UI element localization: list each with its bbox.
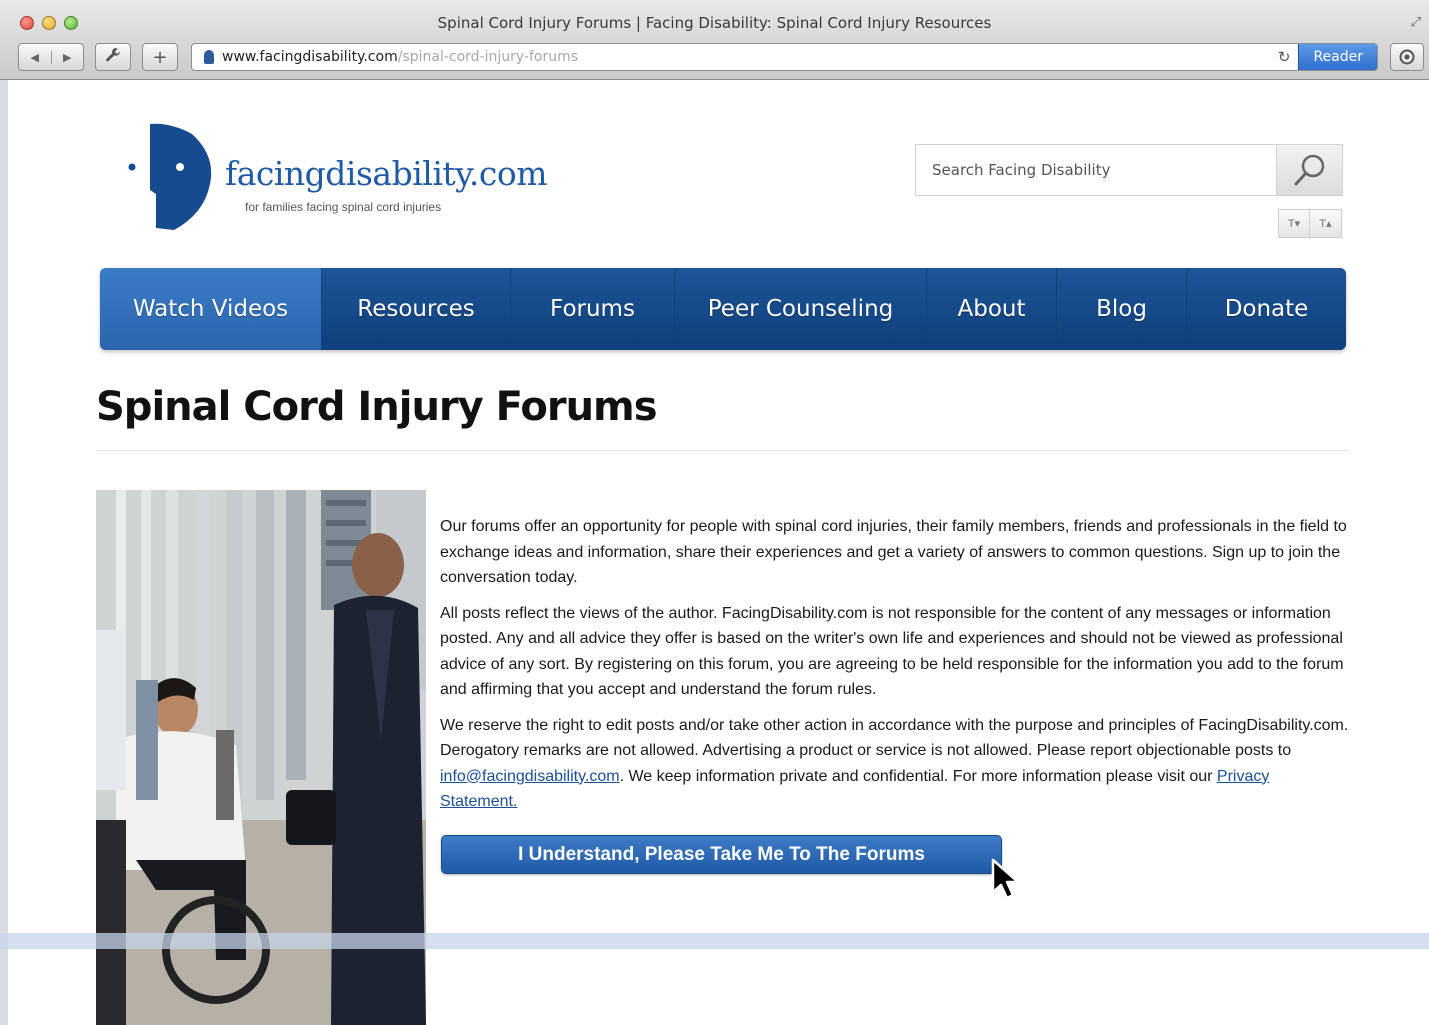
logo-wordmark: facingdisability.com	[225, 154, 548, 193]
title-divider	[96, 450, 1349, 451]
url-path: /spinal-cord-injury-forums	[397, 49, 579, 65]
text-size-increase-button[interactable]: T▴	[1310, 209, 1342, 238]
downloads-button[interactable]	[1390, 43, 1424, 71]
page-title: Spinal Cord Injury Forums	[96, 384, 658, 430]
nav-item-blog[interactable]: Blog	[1057, 268, 1187, 350]
nav-item-donate[interactable]: Donate	[1187, 268, 1346, 350]
nav-item-forums[interactable]: Forums	[511, 268, 675, 350]
intro-paragraph: Our forums offer an opportunity for peop…	[440, 518, 1347, 586]
forward-arrow-icon[interactable]: ▶	[50, 50, 84, 64]
search-input[interactable]	[916, 145, 1276, 195]
back-arrow-icon[interactable]: ◀	[19, 51, 51, 64]
disclaimer-paragraph: All posts reflect the views of the autho…	[440, 604, 1344, 699]
forum-intro-text: Our forums offer an opportunity for peop…	[440, 514, 1350, 825]
text-size-controls: T▾ T▴	[1278, 209, 1342, 238]
main-nav: Watch Videos Resources Forums Peer Couns…	[100, 268, 1346, 350]
text-size-decrease-button[interactable]: T▾	[1278, 209, 1310, 238]
new-tab-button[interactable]: +	[142, 43, 178, 71]
nav-item-peer-counseling[interactable]: Peer Counseling	[675, 268, 927, 350]
page-left-edge	[0, 80, 8, 1025]
tools-button[interactable]	[95, 43, 131, 71]
rules-text-middle: . We keep information private and confid…	[619, 767, 1217, 785]
search-button[interactable]	[1276, 145, 1342, 195]
nav-item-resources[interactable]: Resources	[322, 268, 511, 350]
email-link[interactable]: info@facingdisability.com	[440, 768, 620, 785]
reader-button[interactable]: Reader	[1298, 44, 1377, 70]
url-host: www.facingdisability.com	[222, 49, 398, 65]
fullscreen-icon[interactable]: ⤢	[1411, 14, 1421, 30]
mouse-pointer-icon	[991, 858, 1020, 900]
rules-paragraph: We reserve the right to edit posts and/o…	[440, 713, 1350, 815]
downloads-icon	[1399, 49, 1415, 65]
selection-overlay-band	[0, 933, 1429, 949]
back-forward-buttons: ◀ ▶	[18, 43, 84, 71]
nav-item-watch-videos[interactable]: Watch Videos	[100, 268, 322, 350]
rules-text-start: We reserve the right to edit posts and/o…	[440, 716, 1349, 760]
search-icon	[1294, 154, 1324, 186]
address-bar[interactable]: www.facingdisability.com /spinal-cord-in…	[191, 43, 1378, 71]
window-title: Spinal Cord Injury Forums | Facing Disab…	[437, 14, 992, 32]
logo-tagline: for families facing spinal cord injuries	[245, 200, 442, 214]
wrench-icon	[105, 47, 121, 67]
nav-item-about[interactable]: About	[927, 268, 1057, 350]
site-favicon-icon	[204, 50, 214, 64]
logo-face-icon	[128, 123, 212, 230]
enter-forums-button[interactable]: I Understand, Please Take Me To The Foru…	[441, 835, 1002, 874]
browser-toolbar: Spinal Cord Injury Forums | Facing Disab…	[0, 0, 1429, 80]
reload-icon[interactable]: ↻	[1278, 48, 1291, 66]
site-logo[interactable]: facingdisability.com for families facing…	[120, 120, 548, 235]
site-search	[915, 144, 1343, 196]
